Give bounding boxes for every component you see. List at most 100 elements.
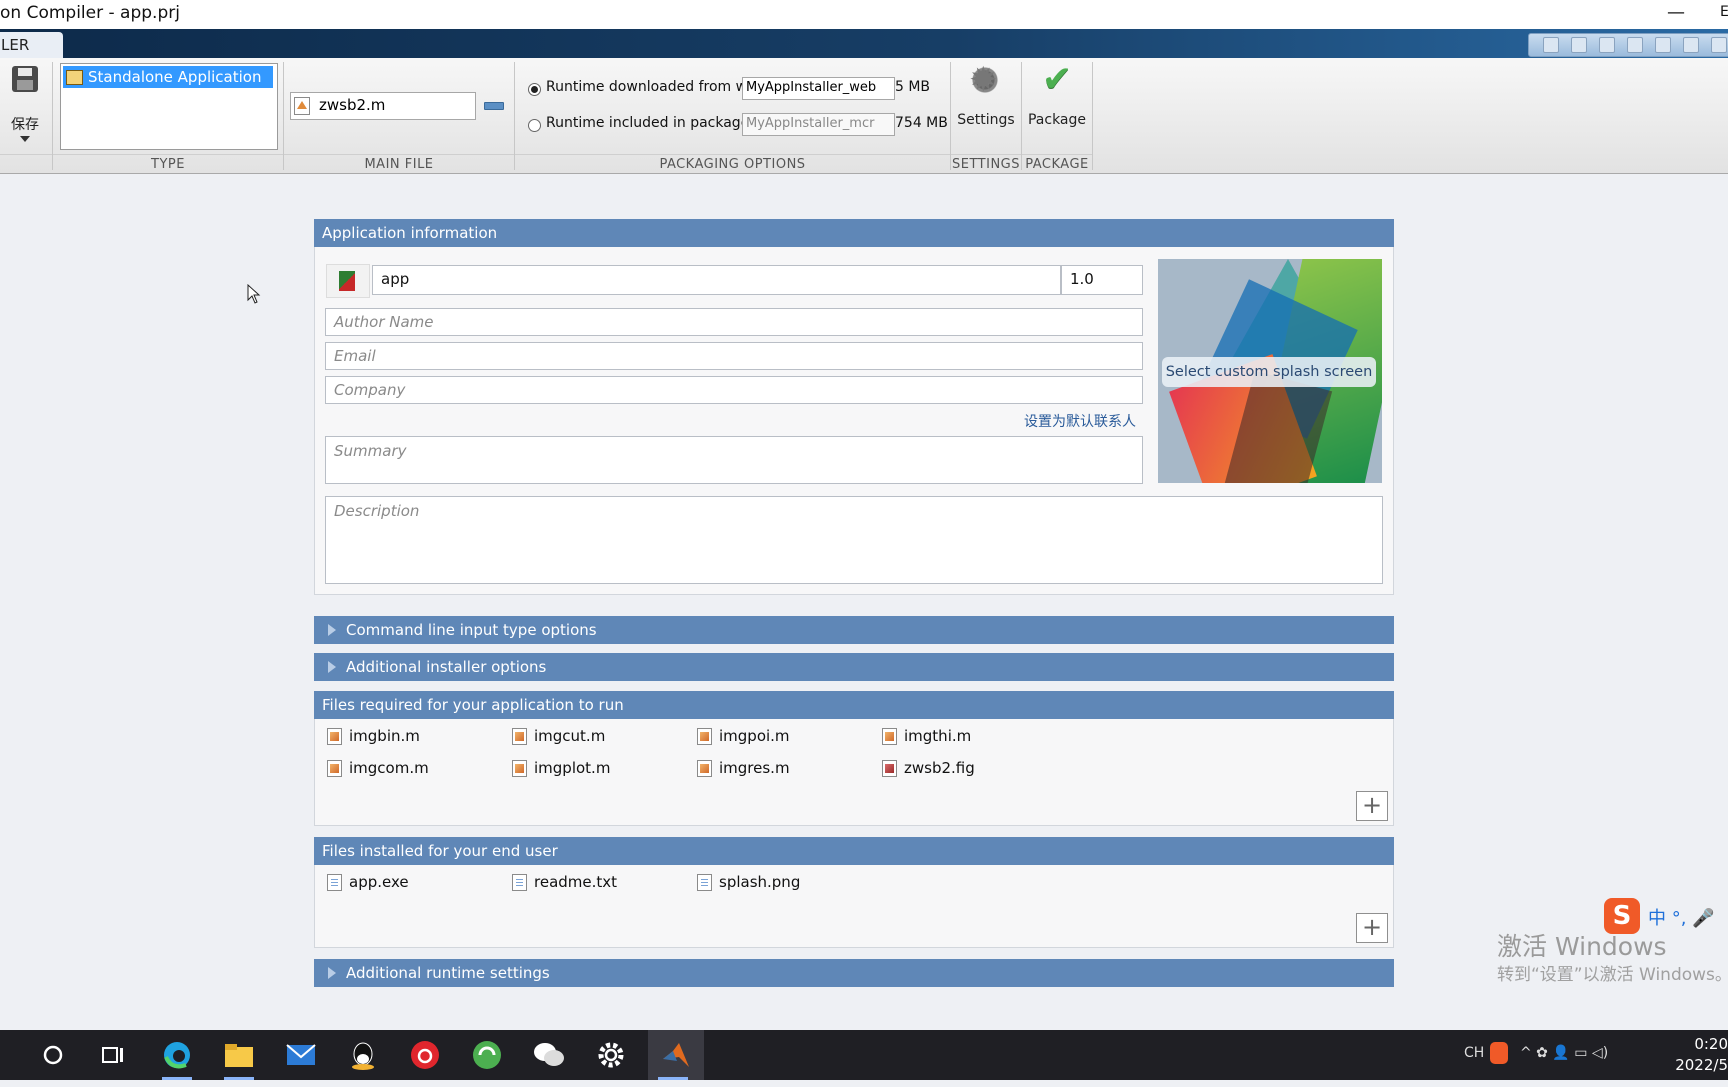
- matlab-icon[interactable]: [648, 1030, 704, 1080]
- add-required-file-button[interactable]: +: [1356, 791, 1388, 821]
- close-button[interactable]: E: [1720, 4, 1728, 20]
- file-icon: [327, 874, 342, 891]
- required-files-header: Files required for your application to r…: [314, 691, 1394, 719]
- tab-compiler[interactable]: LER: [0, 32, 63, 58]
- author-name-input[interactable]: Author Name: [325, 308, 1143, 336]
- runtime-web-installer-name[interactable]: MyAppInstaller_web: [742, 77, 895, 100]
- additional-installer-options-header[interactable]: Additional installer options: [314, 653, 1394, 681]
- splash-caption: Select custom splash screen: [1162, 357, 1376, 387]
- ime-status[interactable]: 中 °, 🎤: [1648, 904, 1715, 930]
- type-standalone-application[interactable]: Standalone Application: [63, 66, 273, 88]
- m-file-icon: [327, 760, 342, 777]
- task-view-icon[interactable]: [88, 1030, 138, 1080]
- activation-watermark-sub: 转到“设置”以激活 Windows。: [1497, 965, 1728, 985]
- search-circle-icon[interactable]: [28, 1030, 78, 1080]
- m-file-icon: [882, 728, 897, 745]
- window-title-bar: on Compiler - app.prj — E: [0, 0, 1728, 29]
- settings-label: Settings: [957, 112, 1015, 128]
- expand-arrow-icon: [328, 624, 336, 636]
- qat-layout-icon[interactable]: [1711, 37, 1727, 53]
- input-language-indicator[interactable]: CH: [1464, 1045, 1484, 1061]
- radio-runtime-web[interactable]: [528, 83, 541, 96]
- application-window-icon: [66, 70, 83, 85]
- description-input[interactable]: Description: [325, 496, 1383, 584]
- m-file-icon: [294, 97, 310, 115]
- installed-files-panel: [314, 865, 1394, 948]
- group-packaging-label: PACKAGING OPTIONS: [515, 154, 950, 174]
- window-title: on Compiler - app.prj: [0, 3, 180, 23]
- sogou-tray-icon[interactable]: [1490, 1042, 1508, 1064]
- application-type-list[interactable]: Standalone Application: [60, 63, 278, 150]
- app-icon-button[interactable]: [326, 264, 370, 298]
- m-file-icon: [697, 728, 712, 745]
- additional-runtime-settings-header[interactable]: Additional runtime settings: [314, 959, 1394, 987]
- required-files-panel: [314, 719, 1394, 826]
- expand-arrow-icon: [328, 967, 336, 979]
- file-icon: [697, 874, 712, 891]
- ime-toolbar[interactable]: S 中 °, 🎤: [1604, 898, 1728, 934]
- version-input[interactable]: 1.0: [1061, 265, 1143, 295]
- remove-main-file-button[interactable]: [484, 102, 504, 110]
- section-title: Additional runtime settings: [346, 964, 550, 982]
- save-dropdown-icon[interactable]: [20, 136, 30, 142]
- type-label: Standalone Application: [88, 68, 262, 86]
- save-button[interactable]: 保存: [6, 62, 44, 150]
- qat-save-icon[interactable]: [1543, 37, 1559, 53]
- m-file-icon: [697, 760, 712, 777]
- m-file-icon: [512, 728, 527, 745]
- app-icon-graphic: [339, 271, 355, 291]
- checkmark-icon: ✔: [1042, 59, 1073, 100]
- file-explorer-icon[interactable]: [214, 1030, 264, 1080]
- browser-sync-icon[interactable]: [462, 1030, 512, 1080]
- runtime-web-size: 5 MB: [895, 79, 931, 95]
- clock-time: 0:20: [1694, 1035, 1728, 1053]
- edge-browser-icon[interactable]: [152, 1030, 202, 1080]
- wechat-icon[interactable]: [524, 1030, 574, 1080]
- set-default-contact-link[interactable]: 设置为默认联系人: [1024, 411, 1136, 431]
- application-information-header: Application information: [314, 219, 1394, 247]
- mail-icon[interactable]: [276, 1030, 326, 1080]
- tray-icons[interactable]: ^ ✿ 👤 ▭ ◁): [1520, 1045, 1608, 1061]
- save-label: 保存: [11, 117, 39, 133]
- taskbar: CH ^ ✿ 👤 ▭ ◁) 0:20 2022/5: [0, 1030, 1728, 1080]
- summary-input[interactable]: Summary: [325, 436, 1143, 484]
- netease-music-icon[interactable]: [400, 1030, 450, 1080]
- runtime-package-label[interactable]: Runtime included in package: [546, 115, 749, 131]
- add-installed-file-button[interactable]: +: [1356, 913, 1388, 943]
- minimize-button[interactable]: —: [1666, 0, 1686, 28]
- settings-button[interactable]: Settings: [951, 58, 1021, 150]
- group-file-label: [0, 154, 52, 174]
- file-icon: [512, 874, 527, 891]
- qat-redo-icon[interactable]: [1683, 37, 1699, 53]
- sogou-ime-icon[interactable]: S: [1604, 898, 1640, 934]
- expand-arrow-icon: [328, 661, 336, 673]
- runtime-package-installer-name[interactable]: MyAppInstaller_mcr: [742, 113, 895, 136]
- qat-paste-icon[interactable]: [1627, 37, 1643, 53]
- settings-gear-icon[interactable]: [586, 1030, 636, 1080]
- ribbon: 保存 Standalone Application TYPE zwsb2.m M…: [0, 58, 1728, 174]
- app-name-input[interactable]: app: [372, 265, 1061, 295]
- radio-runtime-package[interactable]: [528, 119, 541, 132]
- group-package-label: PACKAGE: [1022, 154, 1092, 174]
- qat-copy-icon[interactable]: [1599, 37, 1615, 53]
- package-button[interactable]: ✔ Package: [1022, 59, 1092, 150]
- ribbon-separator: [1092, 62, 1093, 170]
- qat-cut-icon[interactable]: [1571, 37, 1587, 53]
- clock-date: 2022/5: [1675, 1056, 1728, 1074]
- group-settings-label: SETTINGS: [951, 154, 1021, 174]
- email-input[interactable]: Email: [325, 342, 1143, 370]
- system-clock[interactable]: 0:20 2022/5: [1668, 1034, 1728, 1076]
- command-line-options-header[interactable]: Command line input type options: [314, 616, 1394, 644]
- installed-files-header: Files installed for your end user: [314, 837, 1394, 865]
- fig-file-icon: [882, 760, 897, 777]
- section-title: Additional installer options: [346, 658, 547, 676]
- qq-icon[interactable]: [338, 1030, 388, 1080]
- main-file-field[interactable]: zwsb2.m: [290, 92, 476, 120]
- m-file-icon: [512, 760, 527, 777]
- runtime-web-label[interactable]: Runtime downloaded from web: [546, 79, 765, 95]
- qat-undo-icon[interactable]: [1655, 37, 1671, 53]
- main-file-name: zwsb2.m: [319, 96, 386, 114]
- splash-screen-button[interactable]: Select custom splash screen: [1158, 259, 1382, 483]
- gear-icon: [969, 58, 999, 102]
- company-input[interactable]: Company: [325, 376, 1143, 404]
